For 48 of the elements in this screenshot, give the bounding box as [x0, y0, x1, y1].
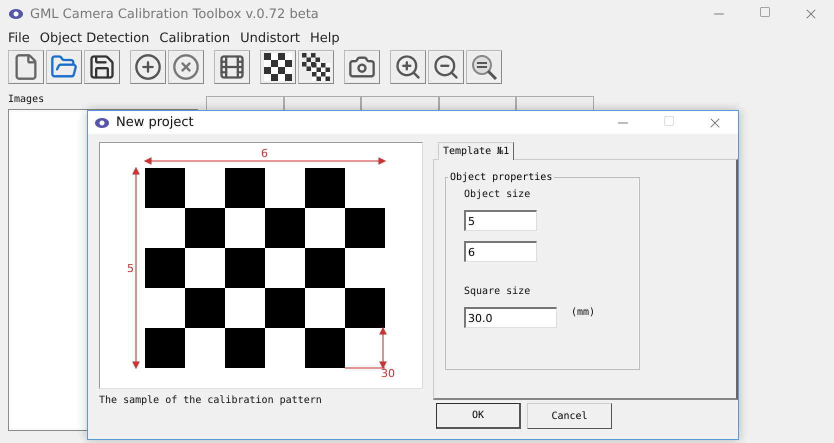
ok-button[interactable]: OK [436, 403, 521, 429]
maximize-icon [663, 114, 675, 126]
images-label: Images [8, 94, 46, 105]
film-button[interactable] [214, 50, 250, 84]
square-arrow [344, 326, 387, 370]
template-tab[interactable]: Template №1 [438, 142, 514, 160]
object-size-field[interactable]: 6 [464, 241, 537, 262]
menu-item[interactable]: Help [310, 30, 340, 46]
new-file-button[interactable] [8, 50, 44, 84]
camera-button[interactable] [344, 50, 380, 84]
menu-item[interactable]: Object Detection [40, 30, 150, 46]
zoom-reset-button[interactable] [466, 50, 502, 84]
zoom-in-button[interactable] [390, 50, 426, 84]
zoom-out-icon [432, 53, 460, 81]
film-icon [218, 53, 246, 81]
cancel-button[interactable]: Cancel [527, 403, 612, 429]
eye-icon [94, 116, 110, 130]
menu-item[interactable]: Undistort [240, 30, 300, 46]
square-size-field[interactable]: 30.0 [464, 307, 557, 328]
window-title: GML Camera Calibration Toolbox v.0.72 beta [30, 6, 320, 22]
height-label: 5 [127, 262, 134, 275]
zoom-reset-icon [470, 53, 498, 81]
menu-item[interactable]: File [8, 30, 30, 46]
add-button[interactable] [130, 50, 166, 84]
group-title: Object properties [449, 172, 554, 183]
zoom-in-icon [394, 53, 422, 81]
unit-label: (mm) [571, 307, 596, 318]
save-icon [88, 53, 116, 81]
menu-item[interactable]: Calibration [159, 30, 230, 46]
checkerboards-icon [302, 53, 330, 81]
remove-button[interactable] [168, 50, 204, 84]
dialog-title: New project [116, 115, 195, 130]
close-icon [172, 53, 200, 81]
plus-icon [134, 53, 162, 81]
save-button[interactable] [84, 50, 120, 84]
square-label: 30 [381, 367, 395, 380]
pattern-caption: The sample of the calibration pattern [99, 395, 323, 406]
maximize-icon[interactable] [759, 6, 771, 18]
eye-icon [8, 7, 24, 21]
patterns-button[interactable] [298, 50, 334, 84]
checkerboard-icon [264, 53, 292, 81]
object-size-label: Object size [464, 189, 532, 200]
width-label: 6 [261, 147, 268, 160]
square-size-label: Square size [464, 286, 532, 297]
object-size-field[interactable]: 5 [464, 210, 537, 231]
open-button[interactable] [46, 50, 82, 84]
pattern-button[interactable] [260, 50, 296, 84]
zoom-out-button[interactable] [428, 50, 464, 84]
